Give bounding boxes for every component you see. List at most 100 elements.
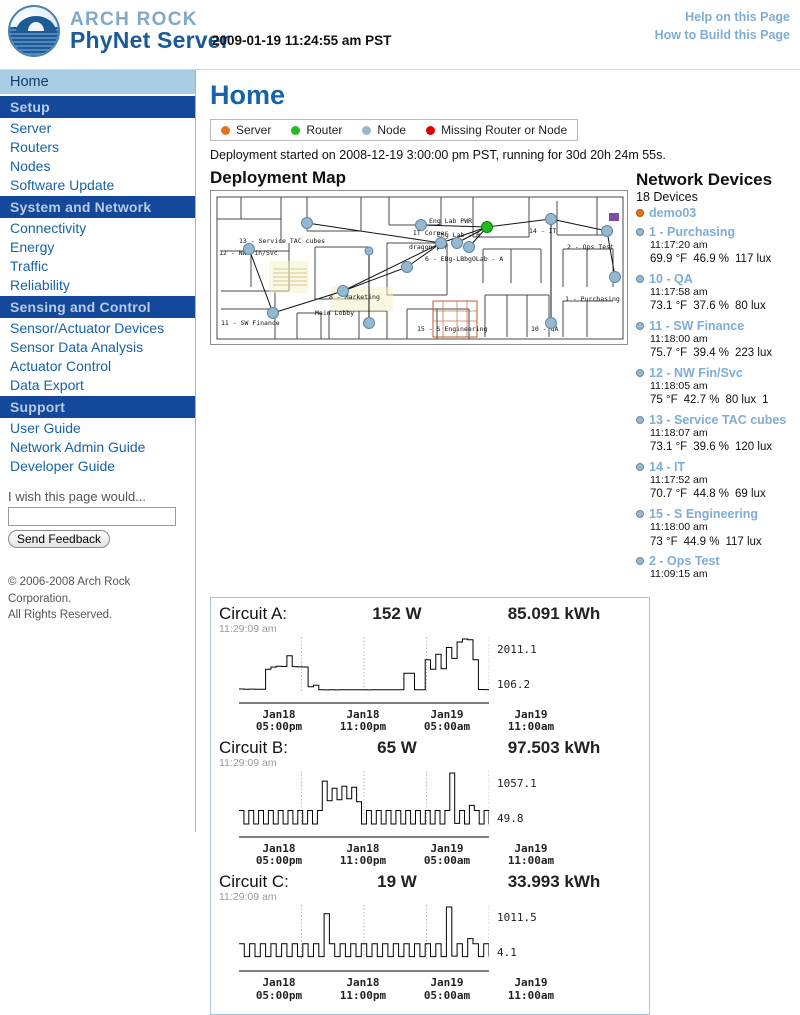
svg-text:11 - SW Finance: 11 - SW Finance xyxy=(221,319,280,327)
circuit-timestamp: 11:29:09 am xyxy=(219,891,277,904)
sidebar-item-connectivity[interactable]: Connectivity xyxy=(0,218,195,237)
network-devices-panel: Network Devices 18 Devices demo03 1 - Pur… xyxy=(636,168,800,587)
device-status-dot-icon xyxy=(636,510,644,519)
sidebar-section-setup: Setup Server Routers Nodes Software Upda… xyxy=(0,96,195,194)
x-axis-tick: Jan18 05:00pm xyxy=(255,976,303,1002)
network-devices-title: Network Devices xyxy=(636,170,773,189)
x-axis-tick: Jan18 11:00pm xyxy=(339,841,387,868)
device-entry: 15 - S Engineering 11:18:00 am 73 °F 44.9 %… xyxy=(636,507,800,549)
svg-text:Eng Lab PWR: Eng Lab PWR xyxy=(429,217,472,225)
x-axis-tick: Jan18 11:00pm xyxy=(339,707,387,734)
svg-text:6 - EBg-LBbgOLab - A: 6 - EBg-LBbgOLab - A xyxy=(425,255,503,263)
device-link[interactable]: demo03 xyxy=(636,206,800,220)
device-link[interactable]: 13 - Service TAC cubes xyxy=(636,413,800,427)
circuit-power: 19 W xyxy=(377,872,417,892)
help-links: Help on this Page How to Build this Page xyxy=(655,8,790,44)
x-axis-tick: Jan19 05:00am xyxy=(423,841,471,868)
x-axis-tick: Jan18 05:00pm xyxy=(255,841,303,868)
device-readings: 70.7 °F 44.8 % 69 lux xyxy=(650,488,766,501)
sidebar-item-reliability[interactable]: Reliability xyxy=(0,275,195,294)
x-axis-tick: Jan19 11:00am xyxy=(507,976,555,1002)
legend-label-router: Router xyxy=(306,123,343,137)
device-entry: 1 - Purchasing 11:17:20 am 69.9 °F 46.9 % 11… xyxy=(636,225,800,267)
circuit-y-axis: 1057.1 49.8 xyxy=(489,771,551,843)
device-entry: demo03 xyxy=(636,206,800,220)
sidebar-item-nodes[interactable]: Nodes xyxy=(0,156,195,175)
device-status-dot-icon xyxy=(636,228,644,236)
device-readings: 75.7 °F 39.4 % 223 lux xyxy=(650,347,773,360)
device-link[interactable]: 1 - Purchasing xyxy=(636,225,800,239)
circuit-header: Circuit B: 65 W 97.503 kWh xyxy=(219,738,641,758)
circuit-energy: 33.993 kWh xyxy=(507,872,601,892)
page-header: ARCH ROCK PhyNet Server 2009-01-19 11:24… xyxy=(0,0,800,70)
device-timestamp: 11:09:15 am xyxy=(650,568,708,581)
device-name: 2 - Ops Test xyxy=(649,554,720,569)
sidebar-item-developer-guide[interactable]: Developer Guide xyxy=(0,456,195,475)
x-axis-tick: Jan19 11:00am xyxy=(507,707,555,734)
server-dot-icon xyxy=(221,125,230,135)
sidebar-section-system-network: System and Network Connectivity Energy T… xyxy=(0,196,195,294)
sidebar-item-network-admin-guide[interactable]: Network Admin Guide xyxy=(0,437,195,456)
device-readings: 73.1 °F 39.6 % 120 lux xyxy=(650,441,773,454)
sidebar-item-actuator-control[interactable]: Actuator Control xyxy=(0,356,195,375)
circuit-graph[interactable]: 2011.1 106.2 xyxy=(219,636,641,709)
device-entry: 11 - SW Finance 11:18:00 am 75.7 °F 39.4 % 2… xyxy=(636,319,800,361)
circuit-graph[interactable]: 1057.1 49.8 xyxy=(219,770,641,843)
deployment-map-section: Deployment Map 13 - Service TAC cubes 12… xyxy=(210,168,628,587)
sidebar-item-traffic[interactable]: Traffic xyxy=(0,256,195,275)
sidebar-item-sensor-data-analysis[interactable]: Sensor Data Analysis xyxy=(0,337,195,356)
circuit-graph[interactable]: 1011.5 4.1 xyxy=(219,905,641,977)
feedback-input[interactable] xyxy=(8,507,176,526)
device-link[interactable]: 15 - S Engineering xyxy=(636,507,800,521)
circuit-timestamp: 11:29:09 am xyxy=(219,622,277,635)
x-axis-tick: Jan19 05:00am xyxy=(423,976,471,1002)
sidebar-heading-support: Support xyxy=(0,396,195,418)
sidebar-item-home[interactable]: Home xyxy=(0,70,195,94)
sidebar-item-data-export[interactable]: Data Export xyxy=(0,375,195,394)
circuit-y-axis: 1011.5 4.1 xyxy=(489,905,551,977)
device-link[interactable]: 2 - Ops Test xyxy=(636,554,800,568)
device-link[interactable]: 12 - NW Fin/Svc xyxy=(636,366,800,380)
sidebar-item-software-update[interactable]: Software Update xyxy=(0,175,195,194)
circuit-y-min: 49.8 xyxy=(497,811,524,825)
sidebar-section-sensing-control: Sensing and Control Sensor/Actuator Devi… xyxy=(0,296,195,394)
device-name: 13 - Service TAC cubes xyxy=(649,413,787,428)
send-feedback-button[interactable]: Send Feedback xyxy=(8,530,111,548)
copyright: © 2006-2008 Arch Rock Corporation. All R… xyxy=(0,548,195,624)
map-legend: Server Router Node Missing Router or Nod… xyxy=(210,119,579,141)
legend-item-missing: Missing Router or Node xyxy=(426,123,567,137)
device-link[interactable]: 11 - SW Finance xyxy=(636,319,800,333)
device-readings: 69.9 °F 46.9 % 117 lux xyxy=(650,253,772,266)
x-axis-tick: Jan19 11:00am xyxy=(507,841,555,868)
device-timestamp: 11:18:05 am xyxy=(650,380,708,393)
device-link[interactable]: 14 - IT xyxy=(636,460,800,474)
circuit-power: 65 W xyxy=(377,737,417,757)
device-link[interactable]: 10 - QA xyxy=(636,272,800,286)
feedback-form: I wish this page would... Send Feedback xyxy=(0,475,195,548)
circuit-header: Circuit C: 19 W 33.993 kWh xyxy=(219,872,641,892)
device-entry: 12 - NW Fin/Svc 11:18:05 am 75 °F 42.7 % 80 … xyxy=(636,366,800,408)
device-name: 1 - Purchasing xyxy=(649,225,736,239)
circuit-y-axis: 2011.1 106.2 xyxy=(489,637,551,709)
device-name: 12 - NW Fin/Svc xyxy=(649,366,743,381)
sidebar-item-energy[interactable]: Energy xyxy=(0,237,195,256)
sidebar-item-routers[interactable]: Routers xyxy=(0,137,195,156)
how-to-build-this-page-link[interactable]: How to Build this Page xyxy=(655,26,790,44)
circuits-panel: Circuit A: 152 W 85.091 kWh 11:29:09 am 2011… xyxy=(210,596,650,1015)
deployment-map[interactable]: 13 - Service TAC cubes 12 - NW Fin/Svc 1… xyxy=(210,190,628,345)
sidebar-item-user-guide[interactable]: User Guide xyxy=(0,418,195,437)
help-on-this-page-link[interactable]: Help on this Page xyxy=(655,8,790,26)
svg-text:15 - S Engineering: 15 - S Engineering xyxy=(417,325,488,333)
deployment-map-title: Deployment Map xyxy=(210,168,347,187)
sidebar-heading-setup: Setup xyxy=(0,96,195,118)
device-timestamp: 11:17:58 am xyxy=(650,286,708,299)
svg-text:14 - IT: 14 - IT xyxy=(529,227,556,235)
feedback-label: I wish this page would... xyxy=(8,489,147,504)
device-entry: 13 - Service TAC cubes 11:18:07 am 73.1 °F… xyxy=(636,413,800,455)
sidebar-item-server[interactable]: Server xyxy=(0,118,195,137)
device-name: demo03 xyxy=(649,206,697,220)
sidebar-item-sensor-actuator-devices[interactable]: Sensor/Actuator Devices xyxy=(0,318,195,337)
sidebar-section-support: Support User Guide Network Admin Guide D… xyxy=(0,396,195,475)
device-entry: 10 - QA 11:17:58 am 73.1 °F 37.6 % 80 lux xyxy=(636,272,800,314)
svg-text:Main Lobby: Main Lobby xyxy=(315,309,354,317)
